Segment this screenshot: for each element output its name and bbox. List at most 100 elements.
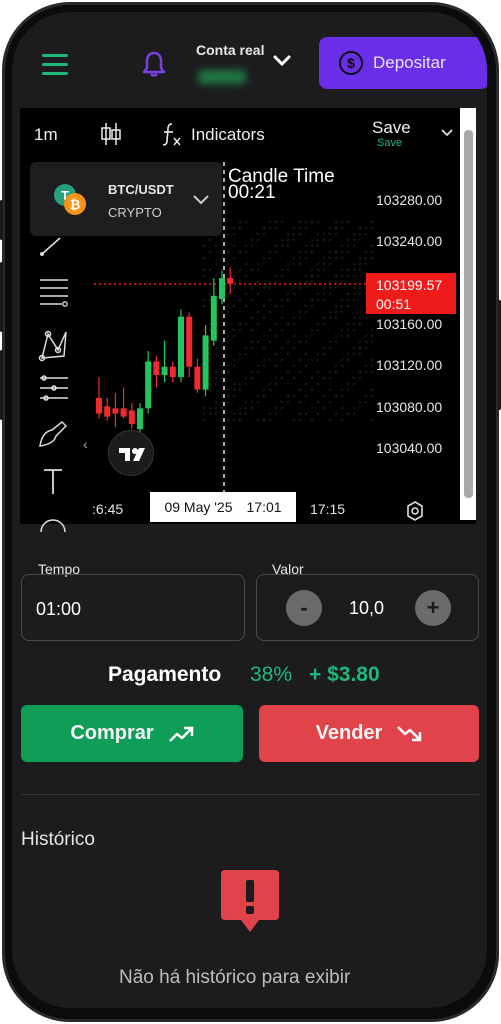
map-dot [268,250,272,254]
map-dot [262,256,266,260]
candlestick-type-icon[interactable] [100,121,122,147]
map-dot [232,244,236,248]
map-dot [262,316,266,320]
deposit-button[interactable]: $ Depositar [319,37,487,89]
tempo-value: 01:00 [36,599,82,619]
price-tick: 103160.00 [376,316,443,332]
function-icon[interactable] [160,121,182,147]
map-dot [280,316,284,320]
map-dot [352,268,356,272]
map-dot [328,256,332,260]
map-dot [214,292,218,296]
candle-body [104,406,111,417]
map-dot [280,238,284,242]
map-dot [280,406,284,410]
bell-icon[interactable] [142,50,166,78]
map-dot [352,286,356,290]
collapse-tools-icon[interactable]: ‹ [83,436,88,452]
map-dot [334,304,338,308]
map-dot [226,364,230,368]
map-dot [304,412,308,416]
asset-chevron-icon[interactable] [192,194,210,206]
map-dot [286,352,290,356]
candle-body [120,408,127,417]
map-dot [346,358,350,362]
map-dot [346,298,350,302]
increase-button[interactable]: + [415,590,451,626]
map-dot [238,412,242,416]
map-dot [238,250,242,254]
map-dot [238,220,242,224]
divider [21,794,479,795]
map-dot [232,232,236,236]
map-dot [346,274,350,278]
chart-scrollbar-thumb[interactable] [464,130,473,498]
map-dot [268,286,272,290]
brush-tool-icon [39,420,68,447]
map-dot [352,274,356,278]
map-dot [208,376,212,380]
map-dot [268,412,272,416]
map-dot [268,280,272,284]
map-dot [358,256,362,260]
asset-selector[interactable]: T ₿ BTC/USDT CRYPTO [30,162,222,236]
indicators-button[interactable]: Indicators [191,125,265,145]
map-dot [316,352,320,356]
map-dot [334,370,338,374]
map-dot [208,250,212,254]
map-dot [280,376,284,380]
map-dot [208,352,212,356]
map-dot [352,292,356,296]
map-dot [304,244,308,248]
map-dot [262,418,266,422]
timeframe-selector[interactable]: 1m [34,125,58,145]
map-dot [280,220,284,224]
map-dot [208,238,212,242]
map-dot [280,244,284,248]
trendline-tool-icon [40,237,61,256]
map-dot [256,232,260,236]
map-dot [334,256,338,260]
map-dot [208,412,212,416]
map-dot [286,370,290,374]
map-dot [334,340,338,344]
map-dot [340,394,344,398]
map-dot [358,346,362,350]
map-dot [274,304,278,308]
buy-button[interactable]: Comprar [21,705,243,762]
tradingview-logo[interactable] [108,430,154,476]
map-dot [286,262,290,266]
candle-body [161,366,168,375]
map-dot [274,322,278,326]
map-dot [316,328,320,332]
map-dot [322,256,326,260]
map-dot [286,232,290,236]
map-dot [310,298,314,302]
sell-button[interactable]: Vender [259,705,479,762]
map-dot [364,334,368,338]
save-chevron-icon[interactable] [440,128,454,138]
valor-input[interactable]: - 10,0 + [256,574,479,641]
map-dot [358,406,362,410]
map-dot [352,316,356,320]
candle-body [153,361,160,375]
chevron-down-icon[interactable] [272,54,292,68]
tempo-input[interactable]: 01:00 [21,574,245,641]
map-dot [214,286,218,290]
save-button[interactable]: Save [372,118,411,138]
decrease-button[interactable]: - [286,590,322,626]
map-dot [202,244,206,248]
valor-value[interactable]: 10,0 [349,598,384,619]
map-dot [352,346,356,350]
map-dot [310,280,314,284]
map-dot [286,244,290,248]
map-dot [292,238,296,242]
menu-icon[interactable] [42,54,68,81]
account-title[interactable]: Conta real [196,42,264,58]
chart-settings-icon[interactable] [404,500,426,522]
map-dot [226,310,230,314]
current-countdown: 00:51 [376,296,412,312]
drawing-toolbar[interactable] [38,232,68,532]
map-dot [250,286,254,290]
map-dot [340,244,344,248]
